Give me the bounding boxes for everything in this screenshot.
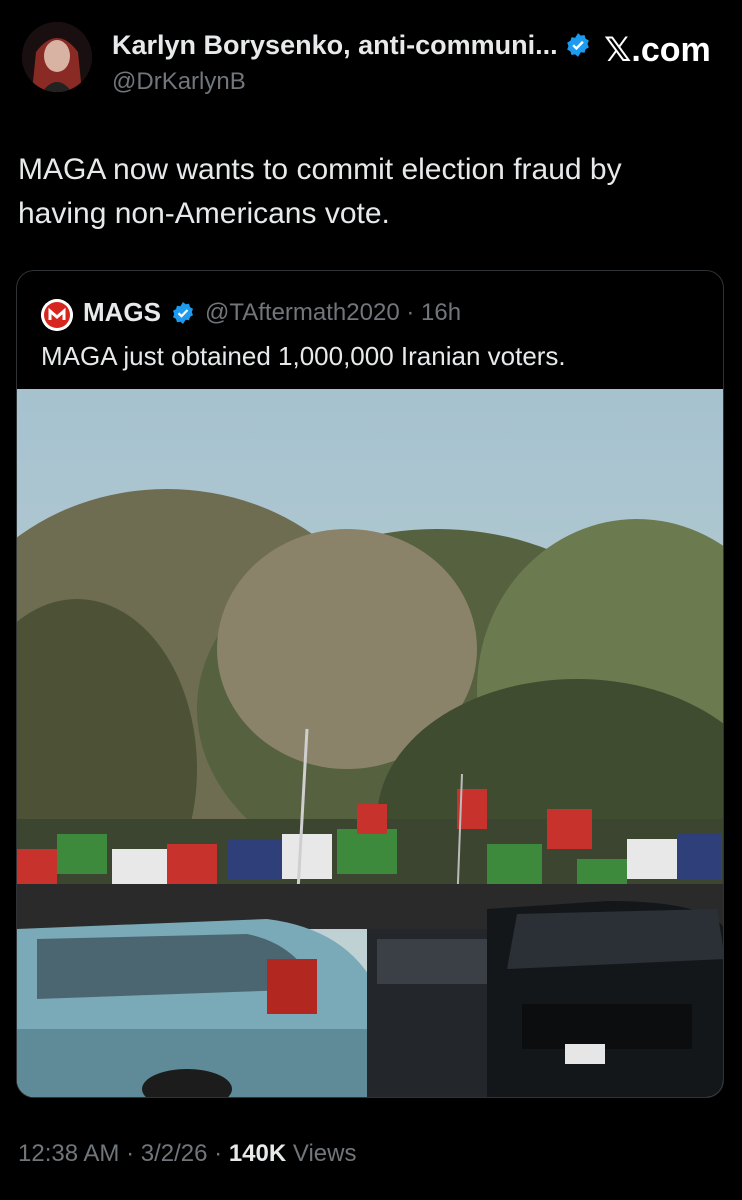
quote-avatar[interactable]	[41, 299, 73, 331]
verified-badge-icon	[565, 32, 591, 58]
tweet-meta: 12:38 AM · 3/2/26 · 140K Views	[18, 1140, 356, 1168]
views-count: 140K	[228, 1140, 287, 1167]
separator-dot: ·	[406, 299, 415, 326]
tweet-text: MAGA now wants to commit election fraud …	[18, 153, 622, 230]
x-com-logo: 𝕏.com	[604, 31, 711, 69]
tweet-time[interactable]: 12:38 AM	[18, 1140, 119, 1167]
quote-video-media[interactable]	[17, 389, 723, 1097]
separator-dot: ·	[214, 1140, 223, 1167]
separator-dot: ·	[126, 1140, 135, 1167]
quoted-tweet-card[interactable]: MAGS @TAftermath2020 · 16h MAGA just obt…	[16, 270, 724, 1098]
author-handle[interactable]: @DrKarlynB	[112, 68, 246, 96]
quote-handle-time: @TAftermath2020 · 16h	[205, 299, 461, 327]
quote-verified-badge-icon	[171, 301, 195, 325]
author-name[interactable]: Karlyn Borysenko, anti-communi...	[112, 30, 558, 61]
author-avatar[interactable]	[22, 22, 92, 92]
quote-handle[interactable]: @TAftermath2020	[205, 299, 400, 326]
quote-author-name[interactable]: MAGS	[83, 297, 161, 328]
tweet-date[interactable]: 3/2/26	[141, 1140, 208, 1167]
quote-text: MAGA just obtained 1,000,000 Iranian vot…	[41, 341, 566, 371]
quote-time[interactable]: 16h	[421, 299, 461, 326]
views-label: Views	[292, 1140, 357, 1167]
